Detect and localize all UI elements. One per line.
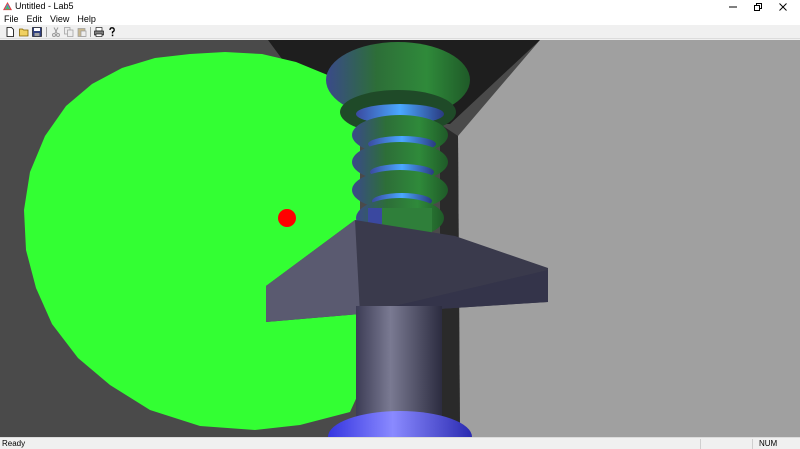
minimize-icon (729, 6, 737, 7)
num-lock-indicator: NUM (759, 439, 778, 448)
app-window: Untitled - Lab5 File Edit View Help Read… (0, 0, 800, 449)
right-wall (458, 40, 800, 437)
toolbar-separator (90, 27, 91, 37)
open-folder-icon[interactable] (19, 27, 29, 37)
paste-icon[interactable] (77, 27, 87, 37)
menu-file[interactable]: File (0, 13, 23, 25)
menu-view[interactable]: View (46, 13, 73, 25)
status-text: Ready (2, 439, 26, 448)
title-bar[interactable]: Untitled - Lab5 (0, 0, 800, 13)
status-panel-divider (700, 439, 701, 449)
toolbar-separator (46, 27, 47, 37)
save-icon[interactable] (32, 27, 42, 37)
new-file-icon[interactable] (5, 27, 15, 37)
menu-help[interactable]: Help (73, 13, 100, 25)
status-bar: Ready NUM (0, 437, 800, 449)
scene-canvas[interactable] (0, 40, 800, 437)
opengl-viewport[interactable] (0, 40, 800, 437)
menu-bar: File Edit View Help (0, 13, 800, 25)
window-title: Untitled - Lab5 (15, 1, 74, 11)
restore-icon (754, 2, 762, 11)
close-button[interactable] (766, 0, 800, 13)
help-icon[interactable] (107, 27, 117, 37)
menu-edit[interactable]: Edit (23, 13, 47, 25)
copy-icon[interactable] (64, 27, 74, 37)
toolbar (0, 25, 800, 39)
close-icon (779, 2, 787, 11)
cut-icon[interactable] (51, 27, 61, 37)
status-panel-divider (752, 439, 753, 449)
app-icon (3, 2, 12, 11)
print-icon[interactable] (94, 27, 104, 37)
red-marker (278, 209, 296, 227)
pillar (356, 306, 442, 426)
